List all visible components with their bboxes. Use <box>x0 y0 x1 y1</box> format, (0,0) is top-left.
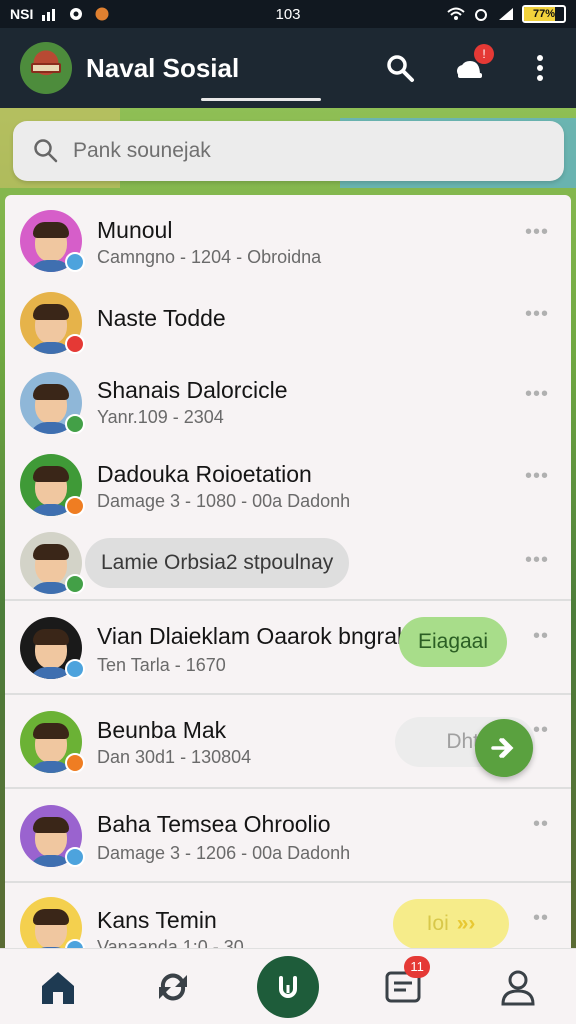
nav-home[interactable] <box>23 952 93 1022</box>
home-icon <box>41 971 74 1004</box>
nav-messages[interactable]: 11 <box>368 952 438 1022</box>
contact-action-button[interactable]: Ioi »› <box>393 899 509 948</box>
app-notification-icon <box>95 7 109 21</box>
contact-name: Munoul <box>97 217 173 243</box>
contact-name: Baha Temsea Ohroolio <box>97 811 331 837</box>
contact-action-button[interactable]: Eiagaai <box>399 617 507 667</box>
contact-row[interactable]: Lamie Orbsia2 stpoulnay ••• <box>5 527 571 599</box>
alarm-icon <box>475 9 487 21</box>
contact-action-label: Eiagaai <box>417 630 489 653</box>
status-bar: NSI 103 77% <box>0 0 576 28</box>
contact-name: Dadouka Roioetation <box>97 461 312 487</box>
contact-subtitle: Ten Tarla - 1670 <box>97 655 226 675</box>
contact-name-chip[interactable]: Lamie Orbsia2 stpoulnay <box>85 538 349 588</box>
search-icon <box>387 55 414 82</box>
record-icon <box>70 8 83 20</box>
forward-arrow-icon <box>491 738 514 758</box>
contact-row[interactable]: Dadouka Roioetation Damage 3 - 1080 - 00a… <box>5 447 571 527</box>
status-badge <box>65 659 85 679</box>
signal-bars-icon <box>42 9 56 21</box>
contact-more-button[interactable]: ••• <box>525 303 549 326</box>
contact-row[interactable]: Kans Temin Vanaanda 1:0 - 30 Ioi »› •• <box>5 881 571 948</box>
forward-button[interactable] <box>475 719 533 777</box>
contact-more-button[interactable]: •• <box>533 907 549 930</box>
center-action-icon <box>278 975 297 998</box>
clock: 103 <box>275 5 301 23</box>
contact-subtitle: Camngno - 1204 - Obroidna <box>97 247 322 267</box>
refresh-icon <box>158 972 187 1001</box>
wifi-icon <box>447 7 465 20</box>
double-arrow-icon: »› <box>456 912 476 935</box>
overflow-menu-button[interactable] <box>524 52 556 84</box>
contact-subtitle: Vanaanda 1:0 - 30 <box>97 937 244 948</box>
active-tab-indicator <box>201 98 321 101</box>
contact-row[interactable]: Baha Temsea Ohroolio Damage 3 - 1206 - 00… <box>5 787 571 881</box>
bottom-navigation: 11 <box>0 948 576 1024</box>
contact-subtitle: Yanr.109 - 2304 <box>97 407 224 427</box>
cell-signal-icon <box>499 8 513 20</box>
search-input[interactable] <box>73 139 513 163</box>
contact-more-button[interactable]: •• <box>533 625 549 648</box>
contact-more-button[interactable]: ••• <box>525 383 549 406</box>
network-label: NSI <box>10 6 34 22</box>
status-badge <box>65 574 85 594</box>
contact-row[interactable]: Shanais Dalorcicle Yanr.109 - 2304 ••• <box>5 365 571 447</box>
contact-more-button[interactable]: ••• <box>525 465 549 488</box>
contact-row[interactable]: Naste Todde ••• <box>5 285 571 365</box>
contact-more-button[interactable]: •• <box>533 813 549 836</box>
battery-indicator: 77% <box>522 5 566 23</box>
status-badge <box>65 496 85 516</box>
search-bar[interactable] <box>13 121 564 181</box>
contact-row[interactable]: Munoul Camngno - 1204 - Obroidna ••• <box>5 195 571 285</box>
contact-more-button[interactable]: ••• <box>525 221 549 244</box>
contact-list: Munoul Camngno - 1204 - Obroidna ••• Naste … <box>5 195 571 948</box>
messages-badge: 11 <box>404 955 431 978</box>
contact-name: Beunba Mak <box>97 717 227 743</box>
app-header: Naval Sosial ! <box>0 28 576 108</box>
contact-name: Naste Todde <box>97 305 226 331</box>
contact-action-label: Ioi <box>426 912 449 935</box>
battery-percent: 77% <box>532 8 556 20</box>
status-badge <box>65 334 85 354</box>
app-logo <box>20 42 72 94</box>
contact-subtitle: Damage 3 - 1080 - 00a Dadonh <box>97 491 351 511</box>
notifications-button[interactable]: ! <box>454 44 494 84</box>
search-icon <box>34 139 58 163</box>
contact-row[interactable]: Beunba Mak Dan 30d1 - 130804 Dhtl •• <box>5 693 571 787</box>
nav-center-action[interactable] <box>253 952 323 1022</box>
app-title: Naval Sosial <box>86 52 240 83</box>
notification-badge: ! <box>474 44 494 64</box>
status-badge <box>65 847 85 867</box>
contact-more-button[interactable]: ••• <box>525 549 549 572</box>
nav-profile[interactable] <box>483 952 553 1022</box>
contact-subtitle: Dan 30d1 - 130804 <box>97 747 252 767</box>
more-vert-icon <box>537 55 543 81</box>
contact-subtitle: Damage 3 - 1206 - 00a Dadonh <box>97 843 351 863</box>
status-badge <box>65 414 85 434</box>
contact-name: Kans Temin <box>97 907 217 933</box>
search-button[interactable] <box>384 52 416 84</box>
status-badge <box>65 753 85 773</box>
contact-name: Vian Dlaieklam Oaarok bngral <box>97 623 403 649</box>
profile-icon <box>501 970 535 1005</box>
contact-more-button[interactable]: •• <box>533 719 549 742</box>
status-badge <box>65 939 85 948</box>
status-badge <box>65 252 85 272</box>
contact-row[interactable]: Vian Dlaieklam Oaarok bngral Ten Tarla - … <box>5 599 571 693</box>
nav-refresh[interactable] <box>138 952 208 1022</box>
contact-name: Shanais Dalorcicle <box>97 377 288 403</box>
